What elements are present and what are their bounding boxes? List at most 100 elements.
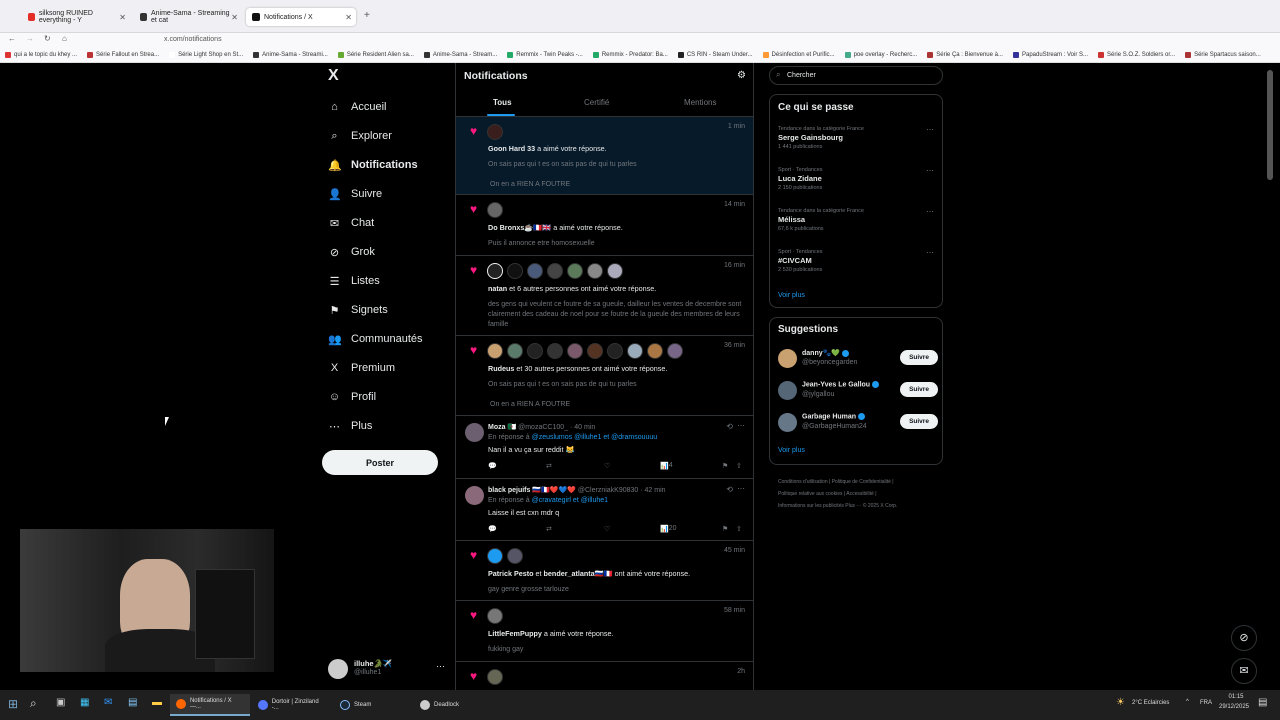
notification-item[interactable]: ♥ 16 min natan et 6 autres personnes ont… <box>456 256 753 336</box>
reply-item[interactable]: Moza 🇩🇿 @mozaCC100_ · 40 min ⟲ ⋯ En répo… <box>456 416 753 479</box>
follow-button[interactable]: Suivre <box>900 414 938 429</box>
suggestion-item[interactable]: danny🐾💚 @beyoncegarden Suivre <box>778 347 938 371</box>
bookmark-item[interactable]: Série Spartacus saison... <box>1180 51 1266 58</box>
store-icon[interactable]: ▦ <box>80 697 89 708</box>
grok-fab-icon[interactable]: ⊘ <box>1231 625 1257 651</box>
bookmark-item[interactable]: Remmix - Predator: Ba... <box>588 51 673 58</box>
suggestion-item[interactable]: Garbage Human @GarbageHuman24 Suivre <box>778 411 938 435</box>
grok-icon[interactable]: ⟲ <box>726 485 733 494</box>
retweet-icon[interactable]: ⇄ <box>546 525 552 533</box>
trend-item[interactable]: Sport · Tendances #CIVCAM 2 530 publicatio… <box>778 248 934 274</box>
bookmark-item[interactable]: PapaduStream : Voir S... <box>1008 51 1093 58</box>
more-icon[interactable]: ⋯ <box>926 207 934 216</box>
show-more-link[interactable]: Voir plus <box>778 447 805 454</box>
bookmark-item[interactable]: qui a le topic du khey ... <box>0 51 82 58</box>
nav-item-chat[interactable]: ✉ Chat <box>328 213 374 233</box>
follow-button[interactable]: Suivre <box>900 382 938 397</box>
tab-anime-sama[interactable]: Anime-Sama - Streaming et cat ✕ <box>134 8 242 26</box>
share-icon[interactable]: ⇧ <box>736 525 742 533</box>
nav-item-notifications[interactable]: 🔔 Notifications <box>328 155 418 175</box>
like-icon[interactable]: ♡ <box>604 462 610 470</box>
nav-item-grok[interactable]: ⊘ Grok <box>328 242 375 262</box>
notification-item[interactable]: ♥ 36 min Rudeus et 30 autres personnes o… <box>456 336 753 416</box>
close-icon[interactable]: ✕ <box>231 13 238 22</box>
trend-item[interactable]: Tendance dans la catégorie France Mélissa… <box>778 207 934 233</box>
trend-item[interactable]: Tendance dans la catégorie France Serge G… <box>778 125 934 151</box>
bookmark-item[interactable]: Série Resident Alien sa... <box>333 51 419 58</box>
weather-text[interactable]: 2°C Eclaircies <box>1132 700 1169 706</box>
tab-notifications[interactable]: Notifications / X ✕ <box>246 8 356 26</box>
reply-icon[interactable]: 💬 <box>488 462 497 470</box>
notification-item[interactable]: ♥ 58 min LittleFemPuppy a aimé votre rép… <box>456 601 753 662</box>
more-icon[interactable]: ⋯ <box>436 661 445 672</box>
nav-item-explorer[interactable]: ⌕ Explorer <box>328 126 392 146</box>
bookmark-icon[interactable]: ⚑ <box>722 462 728 470</box>
new-tab-button[interactable]: + <box>364 10 370 21</box>
url-bar[interactable]: x.com/notifications <box>150 34 1090 46</box>
nav-item-plus[interactable]: ⋯ Plus <box>328 416 372 436</box>
like-icon[interactable]: ♡ <box>604 525 610 533</box>
forward-icon[interactable]: → <box>26 34 34 43</box>
search-input[interactable]: Chercher <box>769 66 943 85</box>
taskbar-app-firefox[interactable]: Notifications / X —... <box>170 694 250 716</box>
notification-center-icon[interactable]: ▤ <box>1258 697 1267 708</box>
nav-item-premium[interactable]: X Premium <box>328 358 395 378</box>
share-icon[interactable]: ⇧ <box>736 462 742 470</box>
tab-youtube[interactable]: silksong RUINED everything - Y ✕ <box>22 8 130 26</box>
home-icon[interactable]: ⌂ <box>62 34 67 43</box>
bookmark-item[interactable]: Remmix - Twin Peaks -... <box>502 51 588 58</box>
grok-icon[interactable]: ⟲ <box>726 422 733 431</box>
more-icon[interactable]: ⋯ <box>926 248 934 257</box>
clock-date[interactable]: 29/12/2025 <box>1214 704 1254 710</box>
notification-item[interactable]: ♥ 14 min Do Bronxs☕🇫🇷🇬🇧 a aimé votre rép… <box>456 195 753 256</box>
notification-item[interactable]: ♥ 1 min Goon Hard 33 a aimé votre répons… <box>456 117 753 195</box>
bookmark-item[interactable]: Série Fallout en Strea... <box>82 51 164 58</box>
taskbar-app-discord[interactable]: Dortoir | Zinziland -... <box>252 694 332 716</box>
nav-item-profil[interactable]: ☺ Profil <box>328 387 376 407</box>
more-icon[interactable]: ⋯ <box>926 166 934 175</box>
reload-icon[interactable]: ↻ <box>44 34 51 43</box>
tab-mentions[interactable]: Mentions <box>684 98 716 107</box>
notification-item[interactable]: ♥ 45 min Patrick Pesto et bender_atlanta… <box>456 541 753 601</box>
more-icon[interactable]: ⋯ <box>737 421 745 430</box>
nav-item-suivre[interactable]: 👤 Suivre <box>328 184 382 204</box>
x-logo[interactable]: X <box>328 67 339 85</box>
footer-link[interactable]: Politique relative aux cookies <box>778 491 842 497</box>
bookmark-item[interactable]: CS RIN - Steam Under... <box>673 51 758 58</box>
follow-button[interactable]: Suivre <box>900 350 938 365</box>
bookmark-item[interactable]: Désinfection et Purific... <box>758 51 840 58</box>
more-icon[interactable]: ⋯ <box>926 125 934 134</box>
reply-item[interactable]: black pejuifs 🇷🇺🇫🇷❤️💙❤️ @ClerzniakK90830… <box>456 479 753 541</box>
search-icon[interactable]: ⌕ <box>30 696 37 711</box>
messages-fab-icon[interactable]: ✉ <box>1231 658 1257 684</box>
footer-link[interactable]: Conditions d'utilisation <box>778 479 828 485</box>
show-more-link[interactable]: Voir plus <box>778 292 805 299</box>
scrollbar[interactable] <box>1267 70 1273 180</box>
nav-item-accueil[interactable]: ⌂ Accueil <box>328 97 386 117</box>
views-icon[interactable]: 📊 20 <box>660 525 677 533</box>
tab-tous[interactable]: Tous <box>493 98 512 107</box>
bookmark-item[interactable]: poe overlay - Recherc... <box>840 51 923 58</box>
nav-item-listes[interactable]: ☰ Listes <box>328 271 380 291</box>
clock-time[interactable]: 01:15 <box>1222 694 1250 700</box>
retweet-icon[interactable]: ⇄ <box>546 462 552 470</box>
close-icon[interactable]: ✕ <box>119 13 126 22</box>
tab-certifie[interactable]: Certifié <box>584 98 609 107</box>
back-icon[interactable]: ← <box>8 34 16 43</box>
bookmark-item[interactable]: Série Light Shop en St... <box>164 51 248 58</box>
close-icon[interactable]: ✕ <box>345 13 352 22</box>
footer-link[interactable]: Politique de Confidentialité <box>832 479 891 485</box>
more-icon[interactable]: ⋯ <box>737 484 745 493</box>
settings-icon[interactable]: ⚙ <box>737 70 746 81</box>
bookmark-item[interactable]: Anime-Sama - Stream... <box>419 51 502 58</box>
notepad-icon[interactable]: ▤ <box>128 697 137 708</box>
trend-item[interactable]: Sport · Tendances Luca Zidane 2 150 public… <box>778 166 934 192</box>
suggestion-item[interactable]: Jean-Yves Le Gallou @jylgallou Suivre <box>778 379 938 403</box>
nav-item-signets[interactable]: ⚑ Signets <box>328 300 388 320</box>
account-switcher[interactable]: illuhe🐊✈️ @illuhe1 ⋯ <box>328 657 448 681</box>
footer-link[interactable]: Plus ··· <box>845 503 861 509</box>
bookmark-icon[interactable]: ⚑ <box>722 525 728 533</box>
nav-item-communauts[interactable]: 👥 Communautés <box>328 329 423 349</box>
chevron-up-icon[interactable]: ^ <box>1186 699 1189 705</box>
taskbar-app-steam[interactable]: Steam <box>334 694 412 716</box>
